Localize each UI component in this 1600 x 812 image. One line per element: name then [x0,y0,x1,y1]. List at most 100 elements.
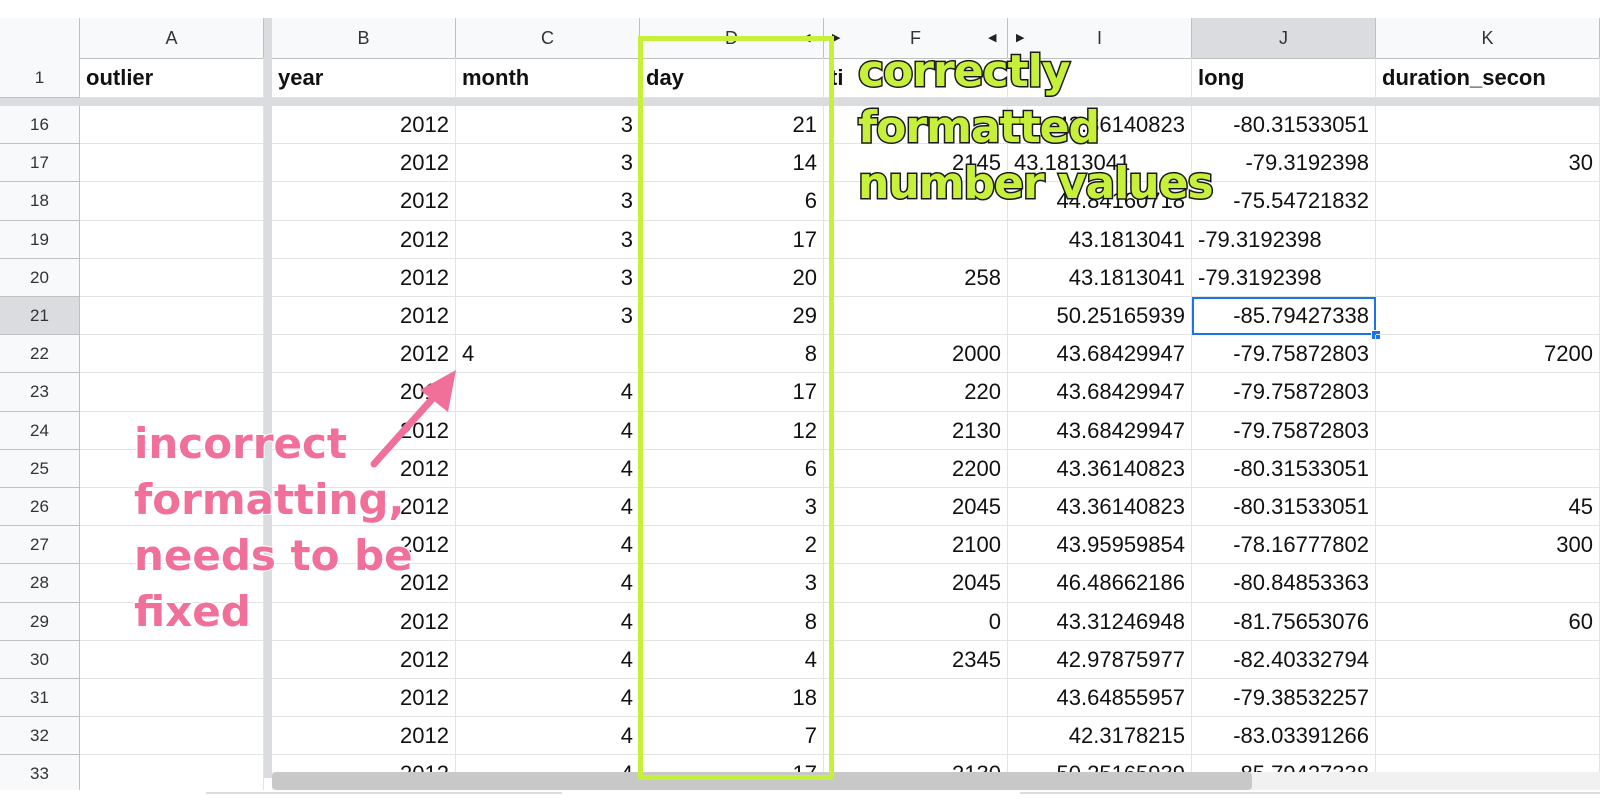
cell-f-30[interactable]: 2345 [824,640,1008,679]
cell-k-23[interactable] [1376,373,1600,412]
cell-j-32[interactable]: -83.03391266 [1192,717,1376,756]
cell-b-17[interactable]: 2012 [272,144,456,183]
row-number[interactable]: 21 [0,297,80,336]
cell-c-29[interactable]: 4 [456,602,640,641]
row-number[interactable]: 28 [0,564,80,603]
cell-k-24[interactable] [1376,411,1600,450]
select-all-corner[interactable] [0,18,80,58]
header-cell-b[interactable]: year [272,58,456,98]
cell-c-22[interactable]: 4 [456,335,640,374]
cell-c-32[interactable]: 4 [456,717,640,756]
cell-f-22[interactable]: 2000 [824,335,1008,374]
header-cell-a[interactable]: outlier [80,58,264,98]
cell-a-30[interactable] [80,640,264,679]
cell-i-21[interactable]: 50.25165939 [1008,297,1192,336]
cell-a-19[interactable] [80,220,264,259]
cell-f-21[interactable] [824,297,1008,336]
row-number[interactable]: 25 [0,449,80,488]
cell-c-18[interactable]: 3 [456,182,640,221]
cell-b-16[interactable]: 2012 [272,106,456,145]
row-number[interactable]: 33 [0,755,80,794]
cell-i-28[interactable]: 46.48662186 [1008,564,1192,603]
cell-a-17[interactable] [80,144,264,183]
cell-b-18[interactable]: 2012 [272,182,456,221]
cell-c-20[interactable]: 3 [456,258,640,297]
cell-c-31[interactable]: 4 [456,679,640,718]
cell-j-27[interactable]: -78.16777802 [1192,526,1376,565]
cell-j-25[interactable]: -80.31533051 [1192,449,1376,488]
row-number[interactable]: 24 [0,411,80,450]
cell-f-27[interactable]: 2100 [824,526,1008,565]
cell-f-23[interactable]: 220 [824,373,1008,412]
cell-b-30[interactable]: 2012 [272,640,456,679]
cell-k-25[interactable] [1376,449,1600,488]
cell-f-29[interactable]: 0 [824,602,1008,641]
cell-k-20[interactable] [1376,258,1600,297]
cell-j-31[interactable]: -79.38532257 [1192,679,1376,718]
cell-i-27[interactable]: 43.95959854 [1008,526,1192,565]
cell-i-30[interactable]: 42.97875977 [1008,640,1192,679]
cell-j-17[interactable]: -79.3192398 [1192,144,1376,183]
cell-a-23[interactable] [80,373,264,412]
cell-a-21[interactable] [80,297,264,336]
cell-j-20[interactable]: -79.3192398 [1192,258,1376,297]
cell-k-29[interactable]: 60 [1376,602,1600,641]
row-number[interactable]: 26 [0,488,80,527]
cell-k-16[interactable] [1376,106,1600,145]
column-header-c[interactable]: C [456,18,640,58]
cell-f-24[interactable]: 2130 [824,411,1008,450]
cell-f-19[interactable] [824,220,1008,259]
cell-f-31[interactable] [824,679,1008,718]
cell-i-26[interactable]: 43.36140823 [1008,488,1192,527]
cell-b-21[interactable]: 2012 [272,297,456,336]
cell-c-28[interactable]: 4 [456,564,640,603]
cell-j-24[interactable]: -79.75872803 [1192,411,1376,450]
column-header-k[interactable]: K [1376,18,1600,58]
row-number[interactable]: 17 [0,144,80,183]
row-number[interactable]: 32 [0,717,80,756]
cell-k-19[interactable] [1376,220,1600,259]
cell-f-28[interactable]: 2045 [824,564,1008,603]
cell-k-31[interactable] [1376,679,1600,718]
row-number[interactable]: 22 [0,335,80,374]
header-cell-k[interactable]: duration_secon [1376,58,1600,98]
column-header-b[interactable]: B [272,18,456,58]
column-header-j[interactable]: J [1192,18,1376,58]
row-number[interactable]: 23 [0,373,80,412]
cell-j-26[interactable]: -80.31533051 [1192,488,1376,527]
cell-k-28[interactable] [1376,564,1600,603]
column-header-a[interactable]: A [80,18,264,58]
cell-f-25[interactable]: 2200 [824,449,1008,488]
row-number[interactable]: 18 [0,182,80,221]
cell-a-22[interactable] [80,335,264,374]
cell-j-18[interactable]: -75.54721832 [1192,182,1376,221]
cell-k-26[interactable]: 45 [1376,488,1600,527]
cell-k-32[interactable] [1376,717,1600,756]
cell-k-17[interactable]: 30 [1376,144,1600,183]
row-number[interactable]: 19 [0,220,80,259]
cell-i-24[interactable]: 43.68429947 [1008,411,1192,450]
row-number[interactable]: 30 [0,640,80,679]
cell-c-24[interactable]: 4 [456,411,640,450]
cell-a-20[interactable] [80,258,264,297]
cell-c-19[interactable]: 3 [456,220,640,259]
cell-c-27[interactable]: 4 [456,526,640,565]
cell-i-25[interactable]: 43.36140823 [1008,449,1192,488]
cell-c-25[interactable]: 4 [456,449,640,488]
cell-i-32[interactable]: 42.3178215 [1008,717,1192,756]
cell-k-27[interactable]: 300 [1376,526,1600,565]
cell-c-26[interactable]: 4 [456,488,640,527]
row-number[interactable]: 1 [0,58,80,98]
cell-j-29[interactable]: -81.75653076 [1192,602,1376,641]
cell-k-18[interactable] [1376,182,1600,221]
cell-i-29[interactable]: 43.31246948 [1008,602,1192,641]
frozen-columns-divider[interactable] [264,18,272,778]
row-number[interactable]: 31 [0,679,80,718]
row-number[interactable]: 16 [0,106,80,145]
cell-c-16[interactable]: 3 [456,106,640,145]
cell-i-22[interactable]: 43.68429947 [1008,335,1192,374]
cell-j-28[interactable]: -80.84853363 [1192,564,1376,603]
cell-c-30[interactable]: 4 [456,640,640,679]
cell-j-23[interactable]: -79.75872803 [1192,373,1376,412]
header-cell-c[interactable]: month [456,58,640,98]
